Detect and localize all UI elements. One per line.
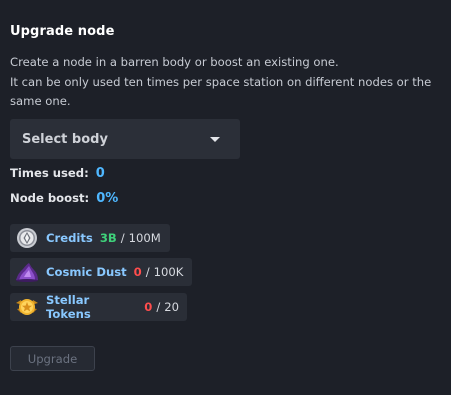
resource-name: Credits: [46, 231, 93, 245]
times-used-label: Times used:: [10, 166, 89, 180]
resource-current: 0: [133, 265, 142, 279]
panel-title: Upgrade node: [10, 24, 115, 39]
select-body-dropdown[interactable]: Select body: [10, 119, 240, 159]
stellar-token-icon: [14, 295, 40, 319]
resource-credits: Credits 3B / 100M: [10, 224, 170, 252]
node-boost-label: Node boost:: [10, 191, 90, 205]
node-boost-stat: Node boost: 0%: [10, 191, 118, 206]
resource-stellar-tokens: Stellar Tokens 0 / 20: [10, 293, 187, 321]
node-boost-value: 0%: [96, 191, 119, 206]
resource-max: 100M: [128, 231, 161, 245]
resource-separator: /: [156, 300, 161, 314]
resource-max: 20: [164, 300, 179, 314]
description-line: Create a node in a barren body or boost …: [10, 55, 339, 69]
upgrade-node-panel: Upgrade node Create a node in a barren b…: [0, 0, 451, 395]
chevron-down-icon: [210, 136, 220, 142]
cosmic-dust-icon: [14, 260, 40, 284]
resource-separator: /: [145, 265, 150, 279]
description-line: It can be only used ten times per space …: [10, 74, 432, 109]
times-used-value: 0: [95, 166, 105, 181]
resource-name: Stellar Tokens: [46, 293, 91, 321]
resource-current: 0: [144, 300, 153, 314]
resource-max: 100K: [153, 265, 184, 279]
select-body-label: Select body: [22, 131, 108, 147]
resource-name: Cosmic Dust: [46, 265, 127, 279]
panel-description: Create a node in a barren body or boost …: [10, 53, 446, 112]
resource-separator: /: [120, 231, 125, 245]
resource-cosmic-dust: Cosmic Dust 0 / 100K: [10, 258, 192, 286]
upgrade-button[interactable]: Upgrade: [10, 346, 95, 371]
times-used-stat: Times used: 0: [10, 166, 105, 181]
resource-current: 3B: [99, 231, 117, 245]
credits-coin-icon: [14, 226, 40, 250]
